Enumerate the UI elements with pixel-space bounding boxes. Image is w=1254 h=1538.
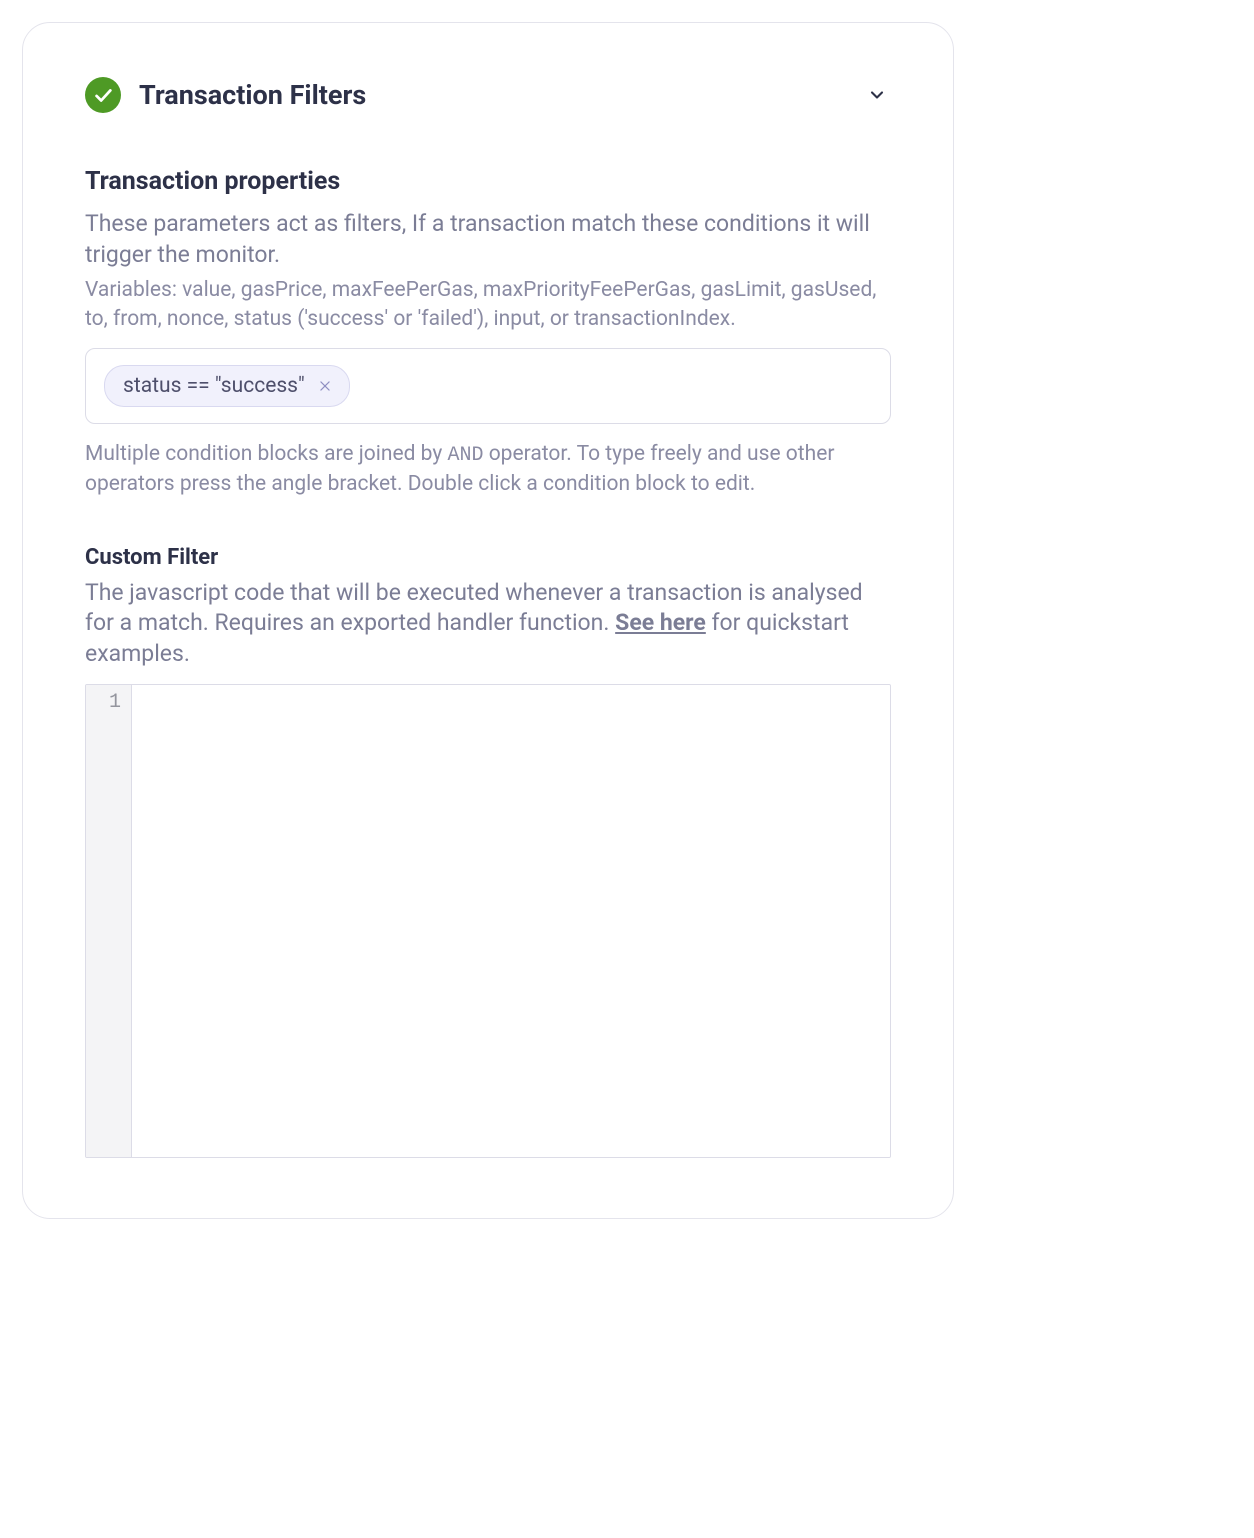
condition-help-pre: Multiple condition blocks are joined by bbox=[85, 442, 447, 466]
see-here-link[interactable]: See here bbox=[615, 609, 706, 636]
check-icon bbox=[85, 77, 121, 113]
panel-body: Transaction properties These parameters … bbox=[85, 167, 891, 1158]
transaction-properties-heading: Transaction properties bbox=[85, 167, 891, 196]
transaction-properties-variables: Variables: value, gasPrice, maxFeePerGas… bbox=[85, 276, 891, 334]
condition-chip[interactable]: status == "success" bbox=[104, 365, 350, 407]
code-editor[interactable]: 1 bbox=[85, 684, 891, 1158]
condition-help-operator: AND bbox=[447, 444, 483, 467]
condition-help-text: Multiple condition blocks are joined by … bbox=[85, 440, 891, 499]
condition-chip-text: status == "success" bbox=[123, 374, 305, 398]
transaction-filters-panel: Transaction Filters Transaction properti… bbox=[22, 22, 954, 1219]
line-number: 1 bbox=[86, 691, 121, 714]
code-editor-body[interactable] bbox=[132, 685, 890, 1157]
code-editor-gutter: 1 bbox=[86, 685, 132, 1157]
custom-filter-heading: Custom Filter bbox=[85, 545, 891, 570]
panel-title: Transaction Filters bbox=[139, 79, 845, 111]
panel-header[interactable]: Transaction Filters bbox=[85, 77, 891, 113]
chevron-down-icon[interactable] bbox=[863, 81, 891, 109]
transaction-properties-description: These parameters act as filters, If a tr… bbox=[85, 208, 891, 270]
remove-chip-icon[interactable] bbox=[317, 378, 333, 394]
custom-filter-description: The javascript code that will be execute… bbox=[85, 578, 891, 670]
condition-input[interactable]: status == "success" bbox=[85, 348, 891, 424]
